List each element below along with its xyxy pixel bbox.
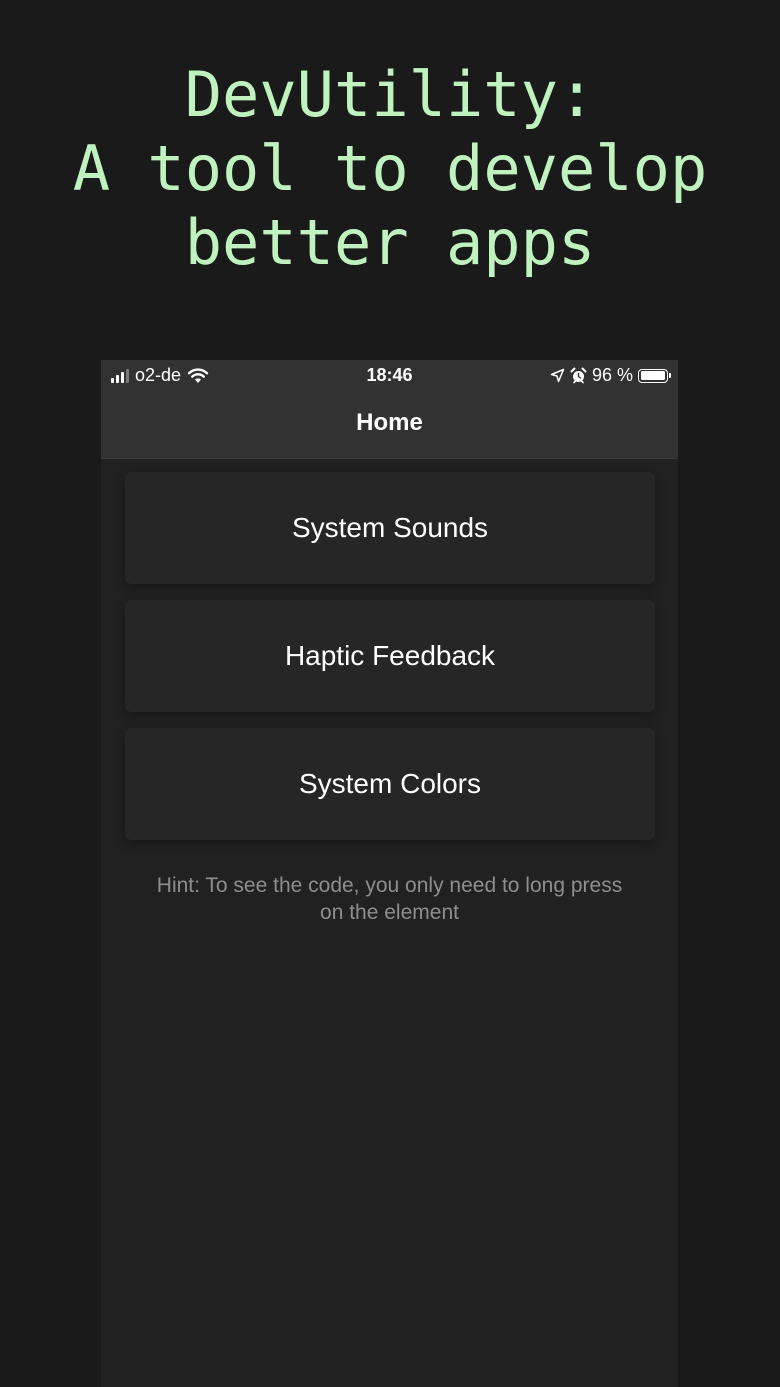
- hint-text: Hint: To see the code, you only need to …: [101, 872, 678, 926]
- system-sounds-button[interactable]: System Sounds: [125, 472, 655, 584]
- menu-item-label: System Sounds: [291, 512, 489, 543]
- system-colors-button[interactable]: System Colors: [125, 728, 655, 840]
- battery-icon: [638, 368, 671, 383]
- menu-item-label: Haptic Feedback: [284, 640, 496, 671]
- battery-percent: 96 %: [591, 365, 633, 385]
- promo-page: DevUtility: A tool to develop better app…: [0, 0, 780, 1387]
- nav-title: Home: [356, 409, 423, 436]
- status-bar: o2-de 18:46 96 %: [101, 360, 678, 390]
- haptic-feedback-button[interactable]: Haptic Feedback: [125, 600, 655, 712]
- headline-line-3: better apps: [184, 206, 596, 279]
- battery-cap: [669, 373, 671, 378]
- location-icon: [550, 368, 565, 383]
- status-bar-right: 96 %: [550, 365, 671, 386]
- battery-fill: [640, 371, 665, 380]
- headline-line-1: DevUtility:: [184, 58, 596, 131]
- navigation-bar: Home: [101, 390, 678, 459]
- alarm-icon: [570, 367, 587, 384]
- hint-line-2: on the element: [320, 901, 459, 924]
- hint-line-1: Hint: To see the code, you only need to …: [156, 874, 623, 897]
- promo-headline: DevUtility: A tool to develop better app…: [0, 58, 780, 280]
- headline-line-2: A tool to develop: [72, 132, 708, 205]
- menu-item-label: System Colors: [298, 768, 482, 799]
- phone-screen: o2-de 18:46 96 % Home System Sounds Hapt…: [101, 360, 678, 1387]
